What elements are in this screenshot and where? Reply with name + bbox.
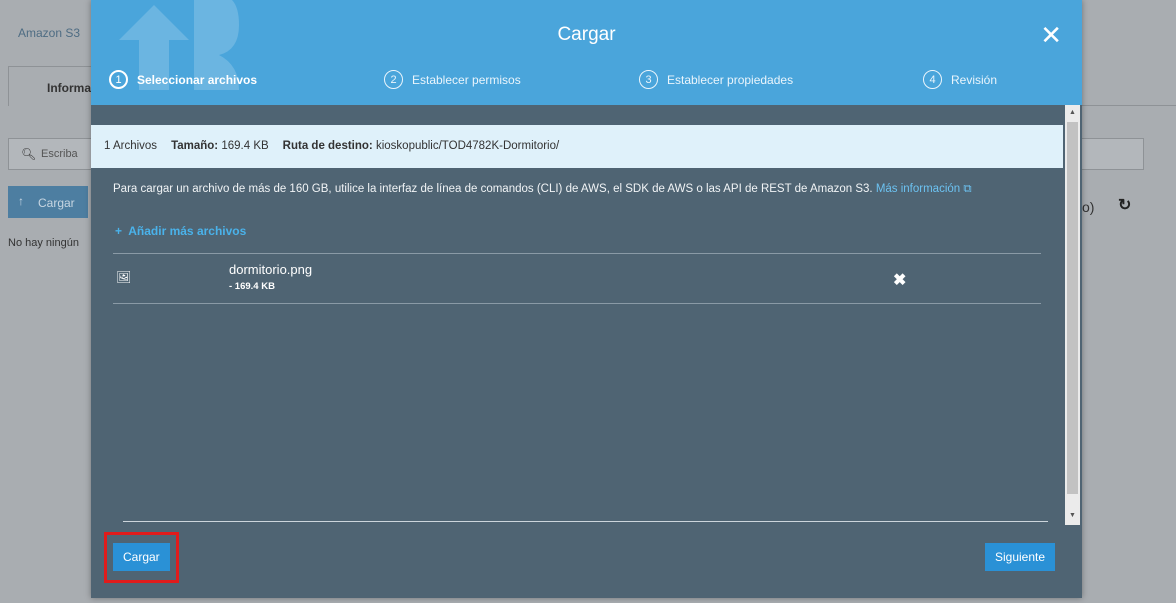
size-label: Tamaño:	[171, 140, 219, 152]
plus-icon: +	[115, 224, 123, 238]
image-file-icon: 🖼︎	[116, 270, 132, 284]
remove-file-icon[interactable]: ✖	[893, 270, 906, 290]
files-count: 1 Archivos	[104, 140, 158, 152]
background-upload-button[interactable]: ↑ Cargar	[8, 186, 88, 218]
file-size: - 169.4 KB	[229, 281, 275, 292]
close-icon[interactable]: ✕	[1040, 22, 1062, 48]
scroll-down-icon[interactable]: ▼	[1065, 508, 1080, 524]
external-link-icon: ⧉	[963, 183, 972, 195]
step-label: Revisión	[951, 72, 998, 87]
file-list-divider	[113, 253, 1041, 254]
file-name: dormitorio.png	[229, 262, 313, 277]
add-more-files-link[interactable]: + Añadir más archivos	[115, 224, 246, 238]
no-items-text: No hay ningún	[8, 237, 79, 249]
more-info-label: Más información	[875, 183, 961, 195]
upload-modal: Cargar ✕ 1 Seleccionar archivos 2 Establ…	[91, 0, 1082, 598]
upload-button-highlight	[104, 532, 179, 583]
scrollbar-thumb[interactable]	[1067, 122, 1078, 494]
upload-info-bar: 1 Archivos Tamaño: 169.4 KB Ruta de destin…	[91, 125, 1063, 168]
step-number: 2	[384, 70, 403, 89]
more-info-link[interactable]: Más información ⧉	[876, 183, 972, 195]
step-set-properties[interactable]: 3 Establecer propiedades	[639, 70, 793, 89]
search-icon: 🔍︎	[21, 147, 37, 161]
modal-title: Cargar	[557, 24, 616, 45]
file-list-divider	[113, 303, 1041, 304]
modal-header: Cargar ✕ 1 Seleccionar archivos 2 Establ…	[91, 0, 1082, 105]
notice-text: Para cargar un archivo de más de 160 GB,…	[113, 183, 873, 195]
search-placeholder: Escriba	[41, 148, 78, 160]
step-number: 1	[109, 70, 128, 89]
size-value: 169.4 KB	[221, 140, 269, 152]
destination-label: Ruta de destino:	[282, 140, 373, 152]
footer-divider	[123, 521, 1048, 522]
search-input[interactable]: 🔍︎ Escriba	[8, 138, 98, 170]
step-number: 3	[639, 70, 658, 89]
step-label: Establecer permisos	[412, 72, 521, 87]
step-label: Seleccionar archivos	[137, 72, 258, 87]
step-number: 4	[923, 70, 942, 89]
step-select-files[interactable]: 1 Seleccionar archivos	[109, 70, 257, 89]
breadcrumb[interactable]: Amazon S3	[18, 26, 80, 40]
step-label: Establecer propiedades	[667, 72, 794, 87]
add-more-label: Añadir más archivos	[128, 224, 247, 238]
refresh-icon[interactable]: ↻	[1118, 195, 1131, 215]
background-count-text: o)	[1082, 199, 1095, 215]
scroll-up-icon[interactable]: ▲	[1065, 105, 1080, 121]
upload-icon: ↑	[18, 194, 24, 208]
destination-value: kioskopublic/TOD4782K-Dormitorio/	[375, 140, 560, 152]
background-upload-label: Cargar	[38, 196, 75, 210]
tab-label: Informa	[47, 81, 92, 95]
large-file-notice: Para cargar un archivo de más de 160 GB,…	[113, 182, 1013, 196]
tab-information[interactable]: Informa	[8, 66, 98, 106]
step-set-permissions[interactable]: 2 Establecer permisos	[384, 70, 521, 89]
step-review[interactable]: 4 Revisión	[923, 70, 997, 89]
next-button[interactable]: Siguiente	[985, 543, 1056, 571]
steps-nav: 1 Seleccionar archivos 2 Establecer perm…	[91, 70, 1082, 92]
search-input-right[interactable]	[1080, 138, 1144, 170]
